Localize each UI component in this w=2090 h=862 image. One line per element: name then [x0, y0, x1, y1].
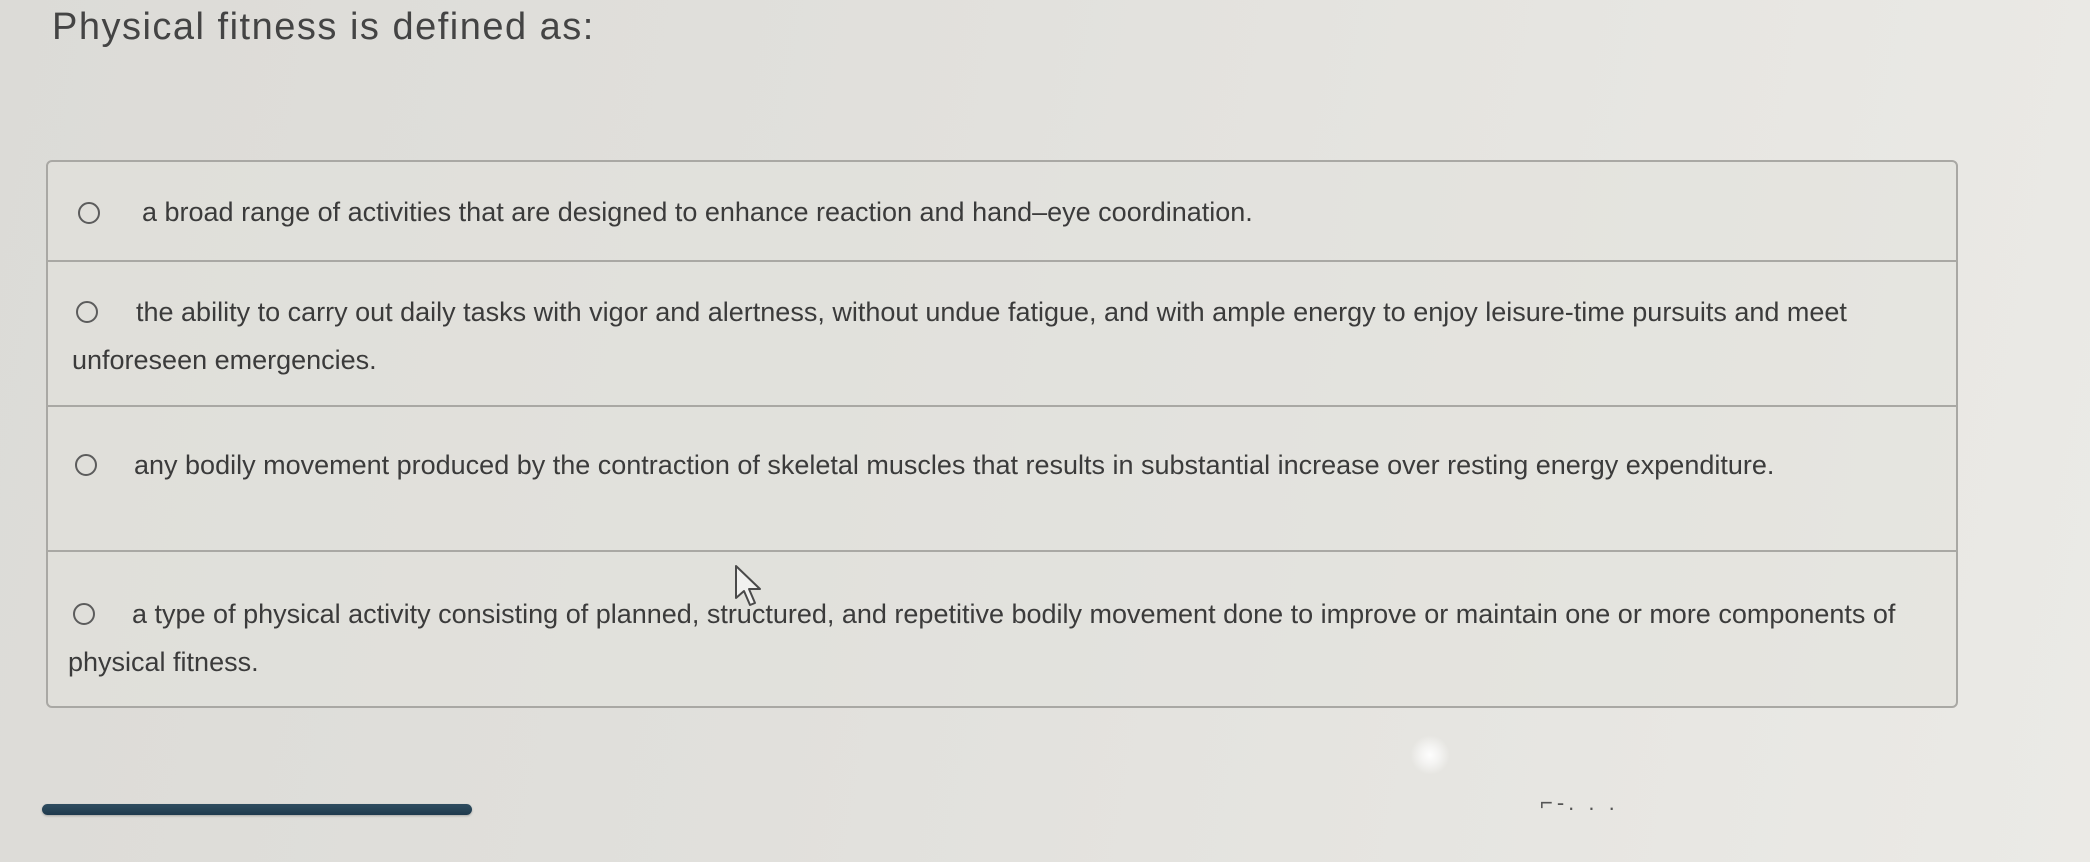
answer-option-4[interactable]: a type of physical activity consisting o… — [48, 552, 1956, 708]
answer-option-label: a broad range of activities that are des… — [142, 197, 1253, 227]
answer-option-2[interactable]: the ability to carry out daily tasks wit… — [48, 262, 1956, 407]
partial-control-mark: ⌐-. . . — [1540, 790, 1619, 815]
answer-option-1[interactable]: a broad range of activities that are des… — [48, 162, 1956, 262]
answer-options-list: a broad range of activities that are des… — [46, 160, 1958, 708]
answer-option-label: any bodily movement produced by the cont… — [134, 450, 1775, 480]
mouse-pointer-icon — [735, 565, 761, 606]
progress-bar — [42, 804, 472, 815]
answer-option-3[interactable]: any bodily movement produced by the cont… — [48, 407, 1956, 552]
question-prompt: Physical fitness is defined as: — [52, 6, 595, 48]
answer-option-label: the ability to carry out daily tasks wit… — [72, 297, 1847, 375]
answer-option-label: a type of physical activity consisting o… — [68, 599, 1896, 677]
light-glare — [1410, 735, 1450, 775]
